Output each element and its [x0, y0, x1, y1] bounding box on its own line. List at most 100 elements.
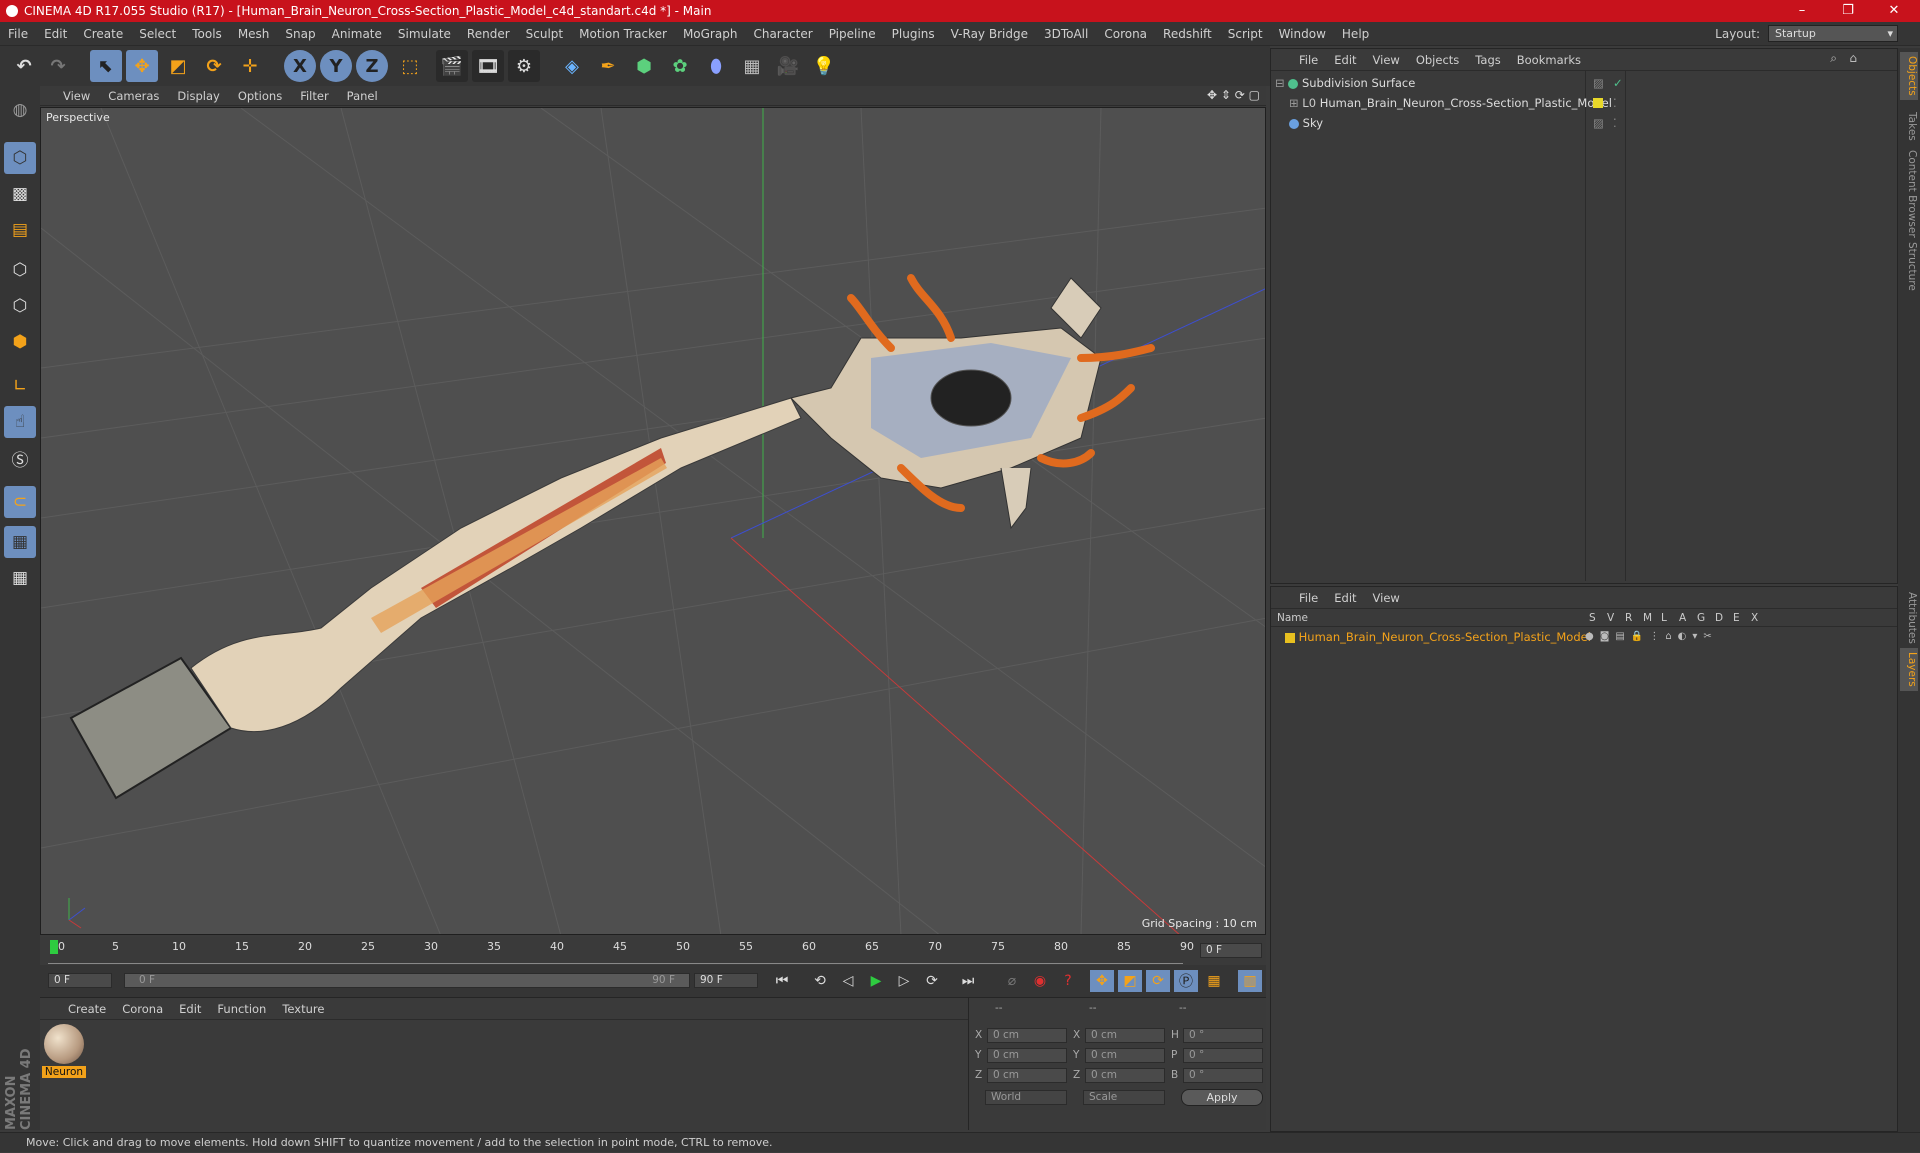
move-tool-icon[interactable]: ✥ [126, 50, 158, 82]
go-to-start-icon[interactable]: ⏮ [770, 970, 794, 992]
menu-script[interactable]: Script [1220, 27, 1271, 41]
menu-file[interactable]: File [0, 27, 36, 41]
size-y-field[interactable]: 0 cm [1085, 1048, 1165, 1063]
menu-character[interactable]: Character [745, 27, 820, 41]
position-z-field[interactable]: 0 cm [987, 1068, 1067, 1083]
apply-button[interactable]: Apply [1181, 1089, 1263, 1106]
layer-name[interactable]: Human_Brain_Neuron_Cross-Section_Plastic… [1299, 630, 1591, 644]
menu-3dtoall[interactable]: 3DToAll [1036, 27, 1096, 41]
menu-mesh[interactable]: Mesh [230, 27, 278, 41]
frame-range-slider[interactable]: 0 F 90 F [124, 973, 690, 988]
menu-animate[interactable]: Animate [324, 27, 390, 41]
start-frame-field[interactable]: 0 F [48, 973, 112, 988]
menu-plugins[interactable]: Plugins [884, 27, 943, 41]
snap-icon[interactable]: Ⓢ [4, 442, 36, 474]
tab-attributes[interactable]: Attributes [1900, 588, 1918, 648]
material-menu-corona[interactable]: Corona [114, 1002, 171, 1016]
menu-tools[interactable]: Tools [184, 27, 230, 41]
workplane-grid-icon[interactable]: ▦ [4, 562, 36, 594]
objects-menu-tags[interactable]: Tags [1467, 53, 1508, 67]
make-editable-icon[interactable]: ◍ [4, 94, 36, 126]
tab-layers[interactable]: Layers [1900, 648, 1918, 691]
maximize-button[interactable]: ❐ [1826, 0, 1870, 22]
scale-tool-icon[interactable]: ◩ [162, 50, 194, 82]
objects-menu-objects[interactable]: Objects [1408, 53, 1467, 67]
rotation-p-field[interactable]: 0 ° [1183, 1048, 1263, 1063]
y-axis-lock-button[interactable]: Y [320, 50, 352, 82]
position-y-field[interactable]: 0 cm [987, 1048, 1067, 1063]
cube-primitive-icon[interactable]: ◈ [556, 50, 588, 82]
next-key-icon[interactable]: ⟳ [920, 970, 944, 992]
motion-record-icon[interactable]: ⌀ [1000, 970, 1024, 992]
viewport-menu-display[interactable]: Display [168, 89, 228, 103]
redo-icon[interactable]: ↷ [42, 50, 74, 82]
size-z-field[interactable]: 0 cm [1085, 1068, 1165, 1083]
neuron-model[interactable] [69, 274, 1155, 800]
material-menu-edit[interactable]: Edit [171, 1002, 209, 1016]
layer-color-swatch[interactable] [1285, 632, 1295, 643]
workplane-mode-icon[interactable]: ▤ [4, 214, 36, 246]
search-icon[interactable]: ⌕ [1830, 51, 1837, 66]
auto-key-icon[interactable]: ? [1056, 970, 1080, 992]
tab-objects[interactable]: Objects [1900, 52, 1918, 100]
material-menu-texture[interactable]: Texture [274, 1002, 332, 1016]
minimize-button[interactable]: – [1780, 0, 1824, 22]
menu-help[interactable]: Help [1334, 27, 1377, 41]
live-selection-icon[interactable]: ⬉ [90, 50, 122, 82]
points-mode-icon[interactable]: ⬡ [4, 254, 36, 286]
menu-vray-bridge[interactable]: V-Ray Bridge [943, 27, 1036, 41]
expand-icon[interactable]: ⊟ [1275, 76, 1285, 90]
home-icon[interactable]: ⌂ [1849, 51, 1857, 65]
record-key-icon[interactable]: ◉ [1028, 970, 1052, 992]
undo-icon[interactable]: ↶ [8, 50, 40, 82]
menu-select[interactable]: Select [131, 27, 184, 41]
texture-mode-icon[interactable]: ▩ [4, 178, 36, 210]
playhead[interactable] [50, 940, 58, 954]
tab-content-browser[interactable]: Content Browser [1900, 146, 1918, 242]
objects-menu-file[interactable]: File [1291, 53, 1326, 67]
transform-tool-icon[interactable]: ✛ [234, 50, 266, 82]
timeline-ruler[interactable]: 0 5 10 15 20 25 30 35 40 45 50 55 60 65 … [48, 937, 1194, 965]
timeline[interactable]: 0 5 10 15 20 25 30 35 40 45 50 55 60 65 … [40, 937, 1266, 965]
layer-toggles-icon[interactable]: ●◙▤🔒⋮⌂◐▾✂ [1585, 628, 1718, 646]
viewport-menu-view[interactable]: View [54, 89, 99, 103]
key-point-level-icon[interactable]: ▦ [1202, 970, 1226, 992]
current-frame-field[interactable]: 0 F [1200, 943, 1262, 958]
menu-window[interactable]: Window [1271, 27, 1334, 41]
render-view-icon[interactable]: 🎬 [436, 50, 468, 82]
visibility-toggle-icon[interactable]: ▨ [1593, 74, 1604, 92]
end-frame-field[interactable]: 90 F [694, 973, 758, 988]
layout-select[interactable]: Startup ▾ [1768, 25, 1898, 42]
objects-menu-view[interactable]: View [1365, 53, 1408, 67]
object-row-sky[interactable]: Sky ▨ ⁚ [1275, 114, 1895, 132]
menu-pipeline[interactable]: Pipeline [821, 27, 884, 41]
step-forward-icon[interactable]: ▷ [892, 970, 916, 992]
menu-redshift[interactable]: Redshift [1155, 27, 1220, 41]
rotation-h-field[interactable]: 0 ° [1183, 1028, 1263, 1043]
axis-mode-icon[interactable]: ∟ [4, 370, 36, 402]
light-icon[interactable]: 💡 [808, 50, 840, 82]
object-name[interactable]: Human_Brain_Neuron_Cross-Section_Plastic… [1320, 96, 1612, 110]
close-button[interactable]: ✕ [1872, 0, 1916, 22]
subdivision-surface-icon[interactable]: ⬢ [628, 50, 660, 82]
edges-mode-icon[interactable]: ⬡ [4, 290, 36, 322]
size-mode-select[interactable]: Scale [1083, 1090, 1165, 1105]
z-axis-lock-button[interactable]: Z [356, 50, 388, 82]
menu-motion-tracker[interactable]: Motion Tracker [571, 27, 675, 41]
previous-key-icon[interactable]: ⟲ [808, 970, 832, 992]
visibility-dots-icon[interactable]: ⁚ [1613, 114, 1617, 132]
coordinate-system-icon[interactable]: ⬚ [394, 50, 426, 82]
x-axis-lock-button[interactable]: X [284, 50, 316, 82]
menu-snap[interactable]: Snap [277, 27, 323, 41]
coordinate-mode-select[interactable]: World [985, 1090, 1067, 1105]
rotation-b-field[interactable]: 0 ° [1183, 1068, 1263, 1083]
tab-structure[interactable]: Structure [1900, 238, 1918, 295]
menu-edit[interactable]: Edit [36, 27, 75, 41]
visibility-toggle-icon[interactable]: ▨ [1593, 114, 1604, 132]
pen-spline-icon[interactable]: ✒ [592, 50, 624, 82]
viewport-menu-cameras[interactable]: Cameras [99, 89, 168, 103]
play-icon[interactable]: ▶ [864, 970, 888, 992]
material-swatch[interactable]: Neuron [42, 1024, 86, 1082]
mograph-cloner-icon[interactable]: ✿ [664, 50, 696, 82]
rotate-tool-icon[interactable]: ⟳ [198, 50, 230, 82]
